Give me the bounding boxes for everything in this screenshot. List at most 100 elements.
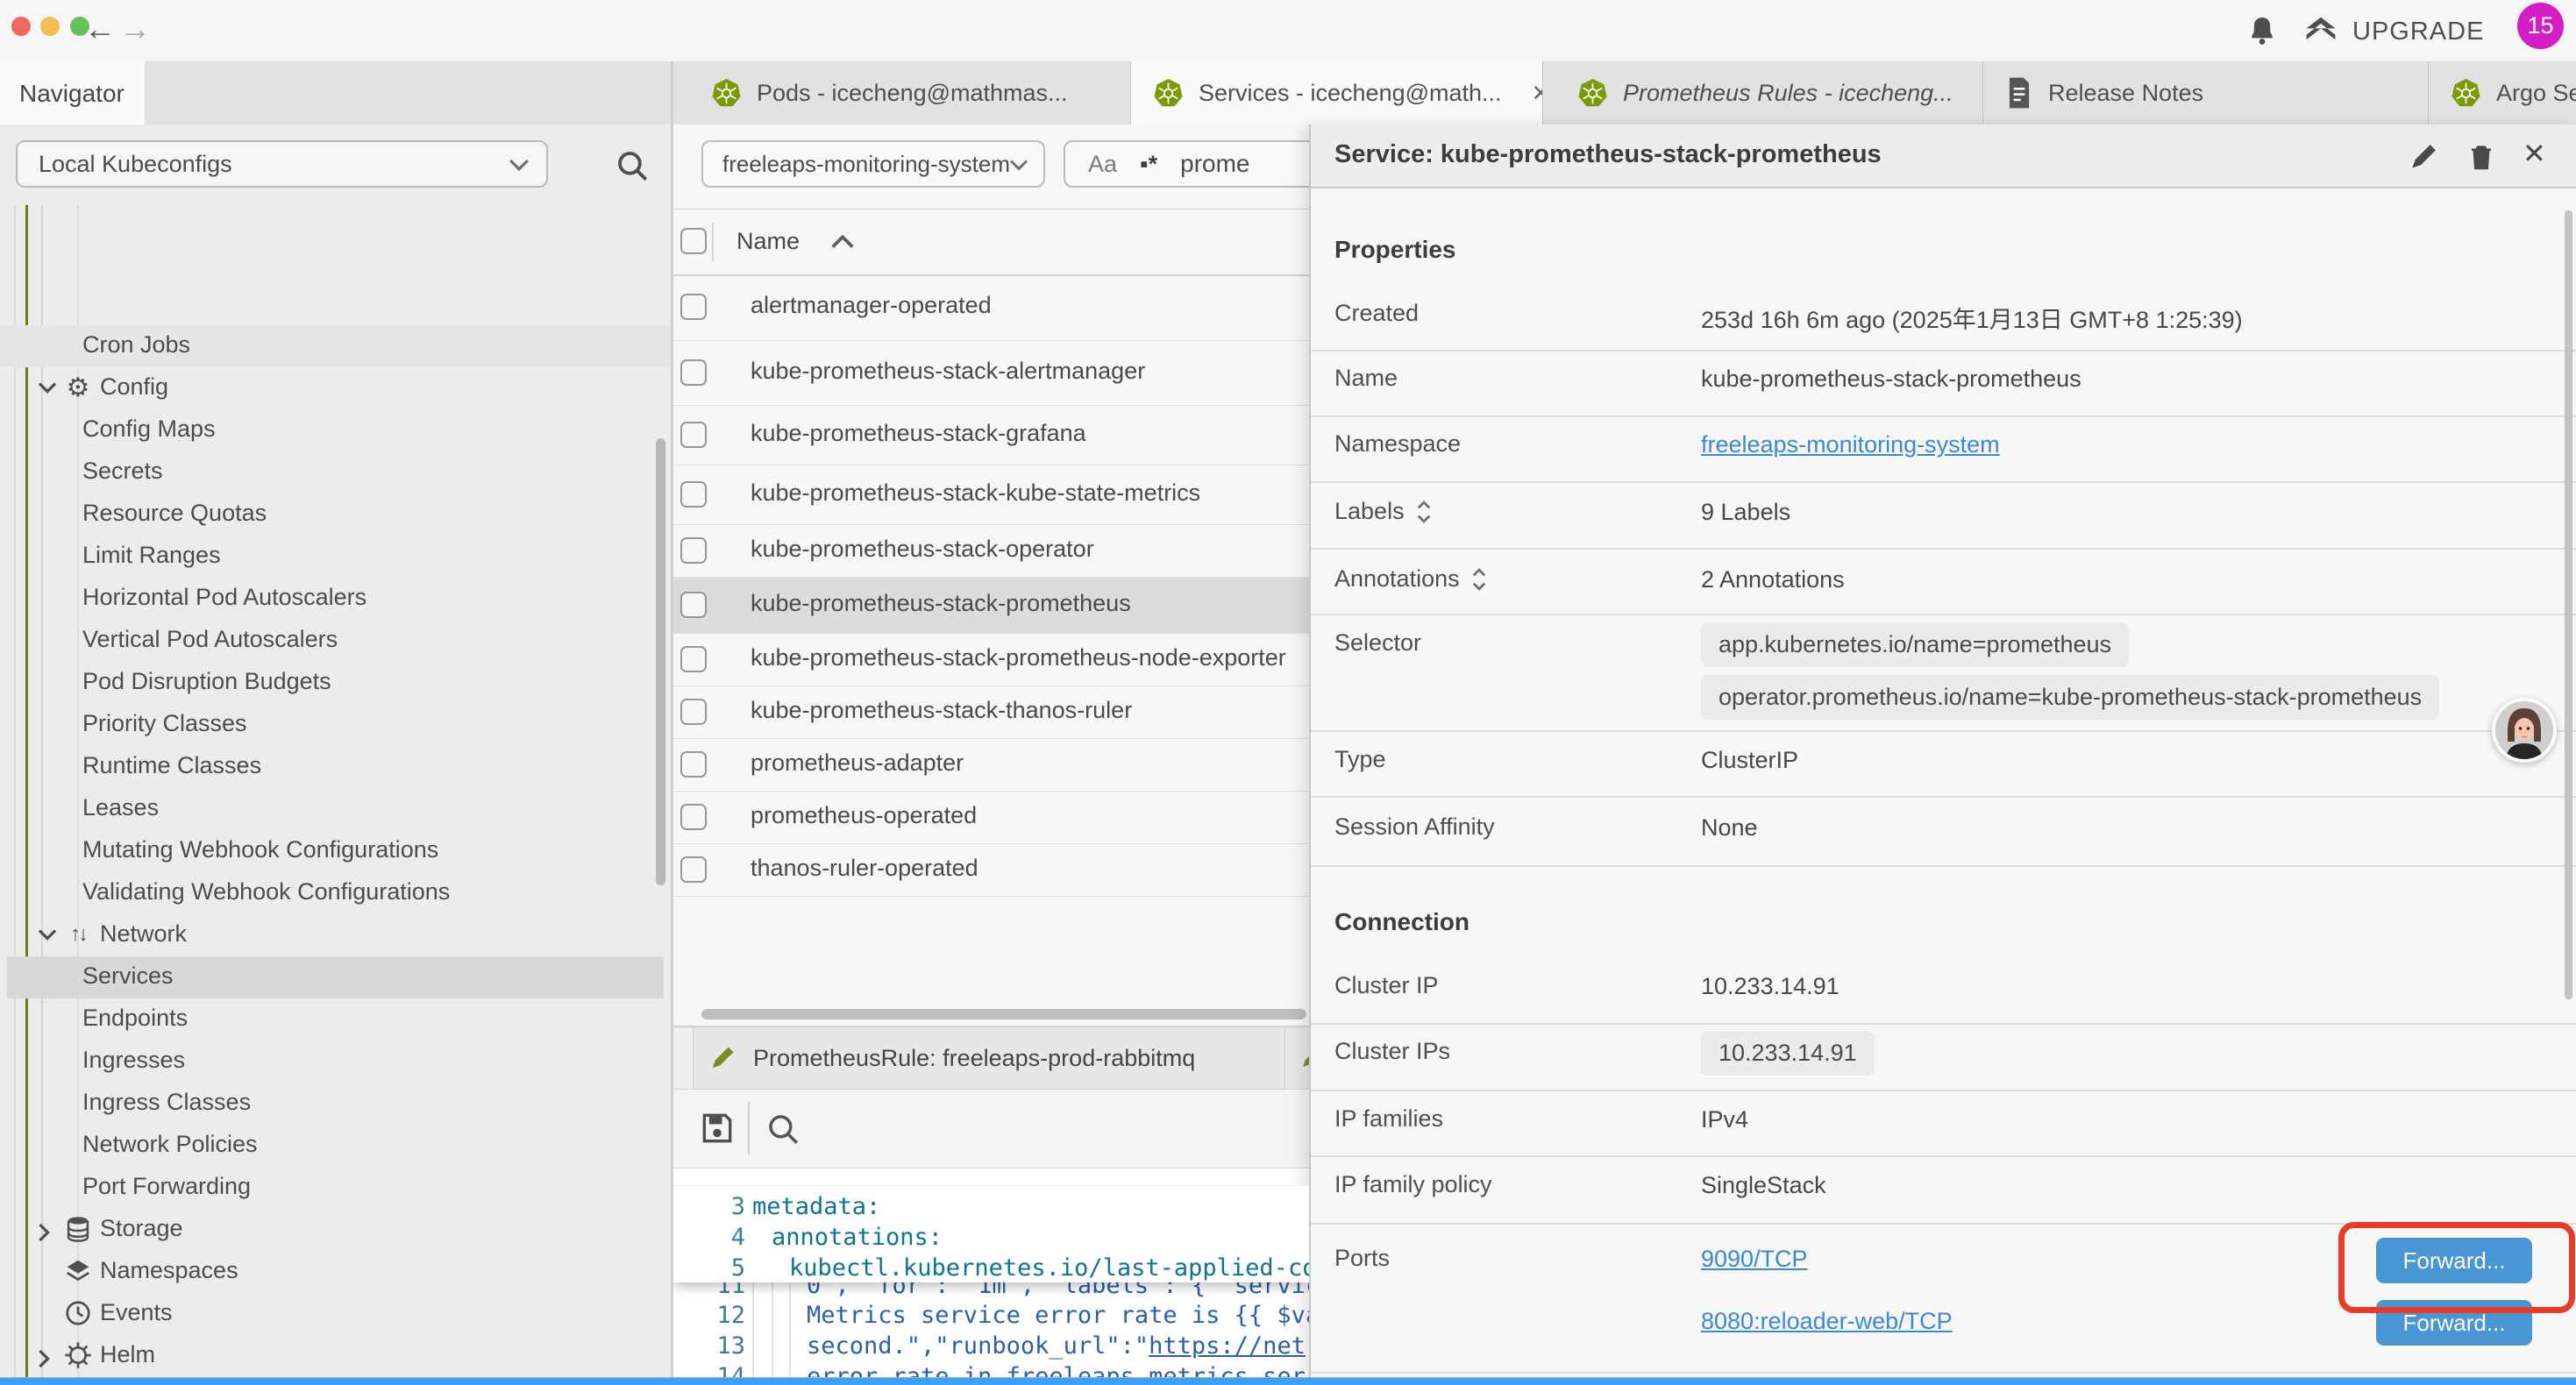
close-icon[interactable]: ✕ [2523,137,2546,170]
tab-label: Prometheus Rules - icecheng... [1623,80,1953,107]
service-row-kube-prometheus-stack-kube-state-metrics[interactable]: kube-prometheus-stack-kube-state-metrics [751,479,1200,507]
sidebar-item-limit-ranges[interactable]: Limit Ranges [0,536,671,578]
sidebar-item-validating-webhook-configurations[interactable]: Validating Webhook Configurations [0,872,671,914]
chevron-right-icon[interactable] [37,1348,51,1369]
tab-pods-icecheng-mathmas[interactable]: Pods - icecheng@mathmas... [689,61,1131,124]
row-checkbox[interactable] [680,592,707,618]
trash-icon[interactable] [2465,140,2498,174]
service-row-kube-prometheus-stack-operator[interactable]: kube-prometheus-stack-operator [751,536,1094,563]
search-icon[interactable] [765,1111,801,1147]
save-icon[interactable] [698,1109,737,1147]
sidebar-item-network-policies[interactable]: Network Policies [0,1125,671,1167]
tab-prometheusrule-2[interactable] [1286,1027,1309,1089]
window-close-button[interactable] [11,17,31,36]
sidebar-item-ingresses[interactable]: Ingresses [0,1041,671,1083]
row-checkbox[interactable] [680,856,707,883]
sidebar-item-vertical-pod-autoscalers[interactable]: Vertical Pod Autoscalers [0,620,671,662]
sidebar-item-config-maps[interactable]: Config Maps [0,409,671,451]
detail-link-freeleaps-monitoring-system[interactable]: freeleaps-monitoring-system [1701,431,2000,458]
row-checkbox[interactable] [680,804,707,830]
sidebar-item-mutating-webhook-configurations[interactable]: Mutating Webhook Configurations [0,830,671,872]
upgrade-button[interactable]: UPGRADE [2302,12,2484,51]
sidebar-item-endpoints[interactable]: Endpoints [0,998,671,1041]
assistant-avatar[interactable] [2492,698,2557,763]
horizontal-scrollbar[interactable] [701,1009,1306,1019]
row-checkbox[interactable] [680,537,707,564]
edit-pencil-icon[interactable] [2407,140,2440,174]
tab-argo-se[interactable]: Argo Se [2429,61,2576,124]
row-checkbox[interactable] [680,422,707,448]
row-checkbox[interactable] [680,294,707,320]
sidebar-item-namespaces[interactable]: Namespaces [0,1251,671,1293]
sidebar-item-horizontal-pod-autoscalers[interactable]: Horizontal Pod Autoscalers [0,578,671,620]
chevron-down-icon[interactable] [37,927,58,941]
tab-prometheus-rules-icecheng[interactable]: Prometheus Rules - icecheng... [1555,61,1983,124]
service-row-kube-prometheus-stack-prometheus[interactable]: kube-prometheus-stack-prometheus [751,590,1131,617]
chevron-right-icon[interactable] [37,1222,51,1243]
service-row-kube-prometheus-stack-alertmanager[interactable]: kube-prometheus-stack-alertmanager [751,358,1145,385]
sidebar-scrollbar[interactable] [656,438,665,885]
sidebar-item-resource-quotas[interactable]: Resource Quotas [0,494,671,536]
sort-updown-icon[interactable] [1470,567,1488,592]
tab-services-icecheng-math[interactable]: Services - icecheng@math...✕ [1131,61,1543,125]
divider [712,223,714,261]
sidebar-item-services[interactable]: Services [7,956,664,998]
sidebar-item-pod-disruption-budgets[interactable]: Pod Disruption Budgets [0,662,671,704]
row-checkbox[interactable] [680,646,707,672]
sidebar-item-helm[interactable]: Helm [0,1335,671,1377]
namespace-select[interactable]: freeleaps-monitoring-system [701,140,1045,188]
sidebar-item-priority-classes[interactable]: Priority Classes [0,704,671,746]
row-checkbox[interactable] [680,359,707,386]
service-row-kube-prometheus-stack-thanos-ruler[interactable]: kube-prometheus-stack-thanos-ruler [751,697,1132,724]
sidebar-item-storage[interactable]: Storage [0,1209,671,1251]
detail-label-session-affinity: Session Affinity [1334,813,1495,841]
service-row-kube-prometheus-stack-grafana[interactable]: kube-prometheus-stack-grafana [751,420,1086,447]
port-link-9090-TCP[interactable]: 9090/TCP [1701,1246,1808,1273]
service-row-prometheus-adapter[interactable]: prometheus-adapter [751,749,964,777]
sidebar-item-runtime-classes[interactable]: Runtime Classes [0,746,671,788]
sidebar-item-label: Endpoints [82,1005,188,1032]
sidebar-item-ingress-classes[interactable]: Ingress Classes [0,1083,671,1125]
sidebar-item-secrets[interactable]: Secrets [0,451,671,494]
filter-input[interactable]: Aa ▪* prome [1064,140,1309,188]
service-row-prometheus-operated[interactable]: prometheus-operated [751,802,977,829]
sidebar-item-events[interactable]: Events [0,1293,671,1335]
code-indent-guide [752,1282,754,1385]
service-row-thanos-ruler-operated[interactable]: thanos-ruler-operated [751,855,978,882]
row-checkbox[interactable] [680,751,707,778]
sidebar-item-cron-jobs[interactable]: Cron Jobs [0,325,671,367]
sidebar-item-network[interactable]: ↑↓Network [0,914,671,956]
value-chip: app.kubernetes.io/name=prometheus [1701,622,2129,667]
yaml-editor[interactable]: 110", "for": "1m", "labels": { "service"… [673,1168,1309,1385]
port-link-8080-reloader-web-TCP[interactable]: 8080:reloader-web/TCP [1701,1308,1953,1335]
row-divider [1311,1372,2576,1374]
row-checkbox[interactable] [680,699,707,725]
notification-count-badge[interactable]: 15 [2517,3,2564,49]
code-link[interactable]: https://net [1149,1332,1306,1360]
tab-release-notes[interactable]: Release Notes [1983,61,2429,124]
sort-ascending-icon[interactable] [829,233,856,251]
chevron-down-icon[interactable] [37,380,58,394]
detail-scrollbar[interactable] [2565,210,2572,999]
row-checkbox[interactable] [680,481,707,508]
kubeconfig-select[interactable]: Local Kubeconfigs [16,140,548,188]
tab-navigator[interactable]: Navigator [0,61,145,125]
match-case-toggle[interactable]: Aa [1088,151,1117,178]
close-tab-icon[interactable]: ✕ [1532,80,1543,107]
service-row-alertmanager-operated[interactable]: alertmanager-operated [751,292,992,319]
sidebar-item-leases[interactable]: Leases [0,788,671,830]
sidebar-item-config[interactable]: ⚙Config [0,367,671,409]
sort-updown-icon[interactable] [1415,500,1433,524]
forward-icon[interactable]: → [119,10,151,48]
back-icon[interactable]: ← [84,10,116,48]
tab-prometheusrule[interactable]: PrometheusRule: freeleaps-prod-rabbitmq [693,1027,1285,1089]
window-minimize-button[interactable] [40,17,60,36]
column-header-name[interactable]: Name [737,228,800,255]
search-icon[interactable] [614,147,651,184]
notifications-bell-icon[interactable] [2245,13,2280,48]
regex-toggle[interactable]: ▪* [1140,151,1157,178]
service-row-kube-prometheus-stack-prometheus-node-exporter[interactable]: kube-prometheus-stack-prometheus-node-ex… [751,644,1286,671]
services-panel: freeleaps-monitoring-system Aa ▪* prome … [673,124,1309,1385]
sidebar-item-port-forwarding[interactable]: Port Forwarding [0,1167,671,1209]
select-all-checkbox[interactable] [680,228,707,254]
